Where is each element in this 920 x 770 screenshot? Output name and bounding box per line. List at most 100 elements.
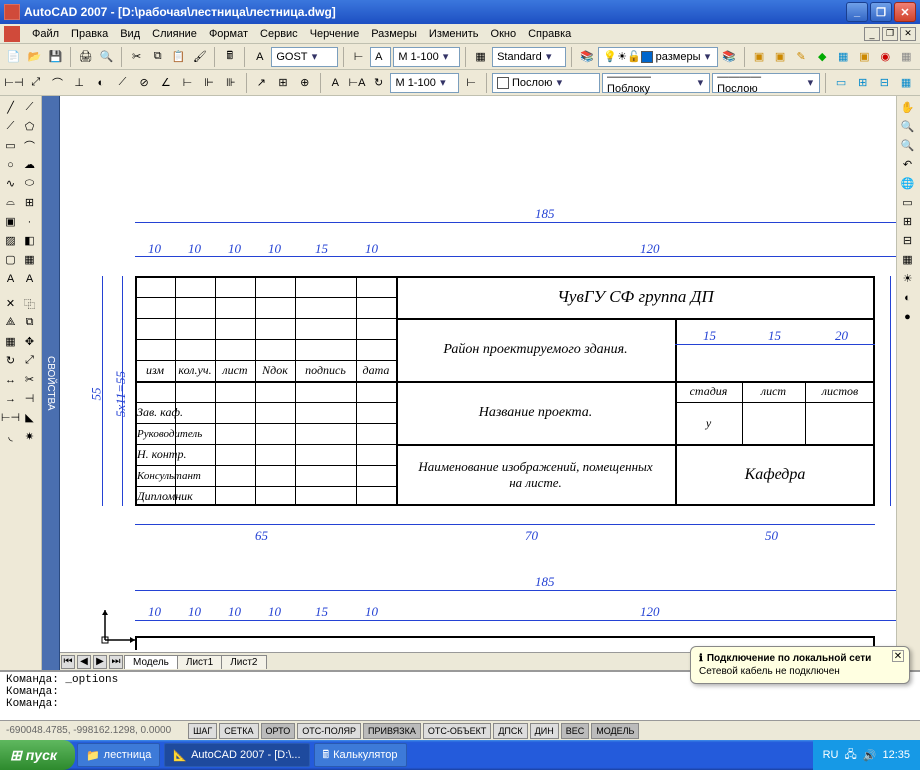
- dropdown-icon[interactable]: ▾: [542, 50, 556, 63]
- arc-icon[interactable]: ⌒: [20, 136, 39, 155]
- dim-edit-icon[interactable]: A: [326, 73, 346, 93]
- cut-icon[interactable]: ✂: [127, 47, 146, 67]
- mdi-icon[interactable]: [4, 26, 20, 42]
- dim-arc-icon[interactable]: ⌒: [48, 73, 68, 93]
- tool2-icon[interactable]: ▦: [834, 47, 853, 67]
- linetype-combo[interactable]: ———— Поблоку▾: [602, 73, 710, 93]
- tray-volume-icon[interactable]: 🔊: [863, 749, 877, 762]
- layer-combo[interactable]: 💡 ☀ 🔓 размеры ▾: [598, 47, 717, 67]
- table-style-icon[interactable]: ▦: [471, 47, 490, 67]
- zoom-win-icon[interactable]: 🔍: [898, 136, 917, 155]
- status-snap[interactable]: ШАГ: [188, 723, 217, 739]
- new-icon[interactable]: 📄: [4, 47, 23, 67]
- status-ortho[interactable]: ОРТО: [261, 723, 296, 739]
- preview-icon[interactable]: 🔍: [97, 47, 116, 67]
- dropdown-icon[interactable]: ▾: [694, 76, 707, 89]
- dimstyle-manager-icon[interactable]: ⊢: [461, 73, 481, 93]
- chamfer-icon[interactable]: ◣: [20, 408, 39, 427]
- shade-icon[interactable]: ●: [898, 307, 917, 326]
- mdi-close[interactable]: ✕: [900, 27, 916, 41]
- dim-diameter-icon[interactable]: ⊘: [134, 73, 154, 93]
- status-polar[interactable]: ОТС-ПОЛЯР: [297, 723, 361, 739]
- dropdown-icon[interactable]: ▾: [436, 76, 450, 89]
- task-autocad[interactable]: 📐 AutoCAD 2007 - [D:\...: [164, 743, 309, 767]
- revcloud-icon[interactable]: ☁: [20, 155, 39, 174]
- text-icon[interactable]: A: [20, 269, 39, 288]
- balloon-close[interactable]: ✕: [892, 650, 904, 662]
- tolerance-icon[interactable]: ⊞: [273, 73, 293, 93]
- task-folder[interactable]: 📁 лестница: [77, 743, 160, 767]
- dimscale-combo[interactable]: М 1-100▾: [393, 47, 460, 67]
- win1-icon[interactable]: ▭: [831, 73, 851, 93]
- pan-icon[interactable]: ✋: [898, 98, 917, 117]
- save-icon[interactable]: 💾: [46, 47, 65, 67]
- 3dorbit-icon[interactable]: 🌐: [898, 174, 917, 193]
- rotate-icon[interactable]: ↻: [1, 351, 20, 370]
- menu-file[interactable]: Файл: [26, 26, 65, 42]
- explode-icon[interactable]: ✷: [20, 427, 39, 446]
- close-button[interactable]: ✕: [894, 2, 916, 22]
- dim-continue-icon[interactable]: ⊪: [221, 73, 241, 93]
- tool1-icon[interactable]: ◆: [813, 47, 832, 67]
- block2-icon[interactable]: ▣: [771, 47, 790, 67]
- hatch-icon[interactable]: ▨: [1, 231, 20, 250]
- dim-style-icon[interactable]: ⊢: [349, 47, 368, 67]
- dim-jog-icon[interactable]: ⟋: [113, 73, 133, 93]
- copy-obj-icon[interactable]: ⿻: [20, 294, 39, 313]
- vp3-icon[interactable]: ⊟: [898, 231, 917, 250]
- center-icon[interactable]: ⊕: [295, 73, 315, 93]
- dim-quick-icon[interactable]: ⊢: [178, 73, 198, 93]
- leader-icon[interactable]: ↗: [252, 73, 272, 93]
- extend-icon[interactable]: →: [1, 389, 20, 408]
- insert-icon[interactable]: ⊞: [20, 193, 39, 212]
- win2-icon[interactable]: ⊞: [853, 73, 873, 93]
- coordinates[interactable]: -690048.4785, -998162.1298, 0.0000: [0, 725, 177, 736]
- win4-icon[interactable]: ▦: [896, 73, 916, 93]
- maximize-button[interactable]: ❐: [870, 2, 892, 22]
- array-icon[interactable]: ▦: [1, 332, 20, 351]
- zoom-prev-icon[interactable]: ↶: [898, 155, 917, 174]
- menu-dimension[interactable]: Размеры: [365, 26, 423, 42]
- copy-icon[interactable]: ⧉: [148, 47, 167, 67]
- edit-icon[interactable]: ✎: [792, 47, 811, 67]
- menu-modify[interactable]: Изменить: [423, 26, 485, 42]
- line-icon[interactable]: ╱: [1, 98, 20, 117]
- dimstyle-combo[interactable]: М 1-100▾: [390, 73, 459, 93]
- menu-draw[interactable]: Черчение: [304, 26, 366, 42]
- polygon-icon[interactable]: ⬠: [20, 117, 39, 136]
- mtext-icon[interactable]: A: [1, 269, 20, 288]
- fillet-icon[interactable]: ◟: [1, 427, 20, 446]
- tab-model[interactable]: Модель: [124, 655, 178, 669]
- dim-linear-icon[interactable]: ⊢⊣: [4, 73, 24, 93]
- circle-icon[interactable]: ○: [1, 155, 20, 174]
- tray-network-icon[interactable]: 🖧: [845, 746, 857, 765]
- dropdown-icon[interactable]: ▾: [552, 76, 566, 89]
- tablestyle-combo[interactable]: Standard▾: [492, 47, 566, 67]
- status-lwt[interactable]: ВЕС: [561, 723, 590, 739]
- open-icon[interactable]: 📂: [25, 47, 44, 67]
- dim-baseline-icon[interactable]: ⊩: [199, 73, 219, 93]
- layer-prev-icon[interactable]: 📚: [720, 47, 739, 67]
- font-combo[interactable]: GOST▾: [271, 47, 338, 67]
- tool4-icon[interactable]: ◉: [876, 47, 895, 67]
- status-grid[interactable]: СЕТКА: [219, 723, 258, 739]
- match-icon[interactable]: 🖌: [190, 47, 209, 67]
- lineweight-combo[interactable]: ———— Послою▾: [712, 73, 820, 93]
- status-dyn[interactable]: ДИН: [530, 723, 559, 739]
- tab-first[interactable]: ⏮: [61, 655, 75, 669]
- xline-icon[interactable]: ⟋: [20, 98, 39, 117]
- offset-icon[interactable]: ⧉: [20, 313, 39, 332]
- calc-icon[interactable]: 🖩: [220, 47, 239, 67]
- block-make-icon[interactable]: ▣: [1, 212, 20, 231]
- status-osnap[interactable]: ПРИВЯЗКА: [363, 723, 421, 739]
- erase-icon[interactable]: ✕: [1, 294, 20, 313]
- minimize-button[interactable]: _: [846, 2, 868, 22]
- mirror-icon[interactable]: ⟁: [1, 313, 20, 332]
- tool5-icon[interactable]: ▦: [897, 47, 916, 67]
- lang-indicator[interactable]: RU: [823, 749, 839, 761]
- dim-tedit-icon[interactable]: ⊢A: [347, 73, 367, 93]
- text-style-icon[interactable]: A: [250, 47, 269, 67]
- ellipsearc-icon[interactable]: ⌓: [1, 193, 20, 212]
- ellipse-icon[interactable]: ⬭: [20, 174, 39, 193]
- tab-layout2[interactable]: Лист2: [221, 655, 266, 669]
